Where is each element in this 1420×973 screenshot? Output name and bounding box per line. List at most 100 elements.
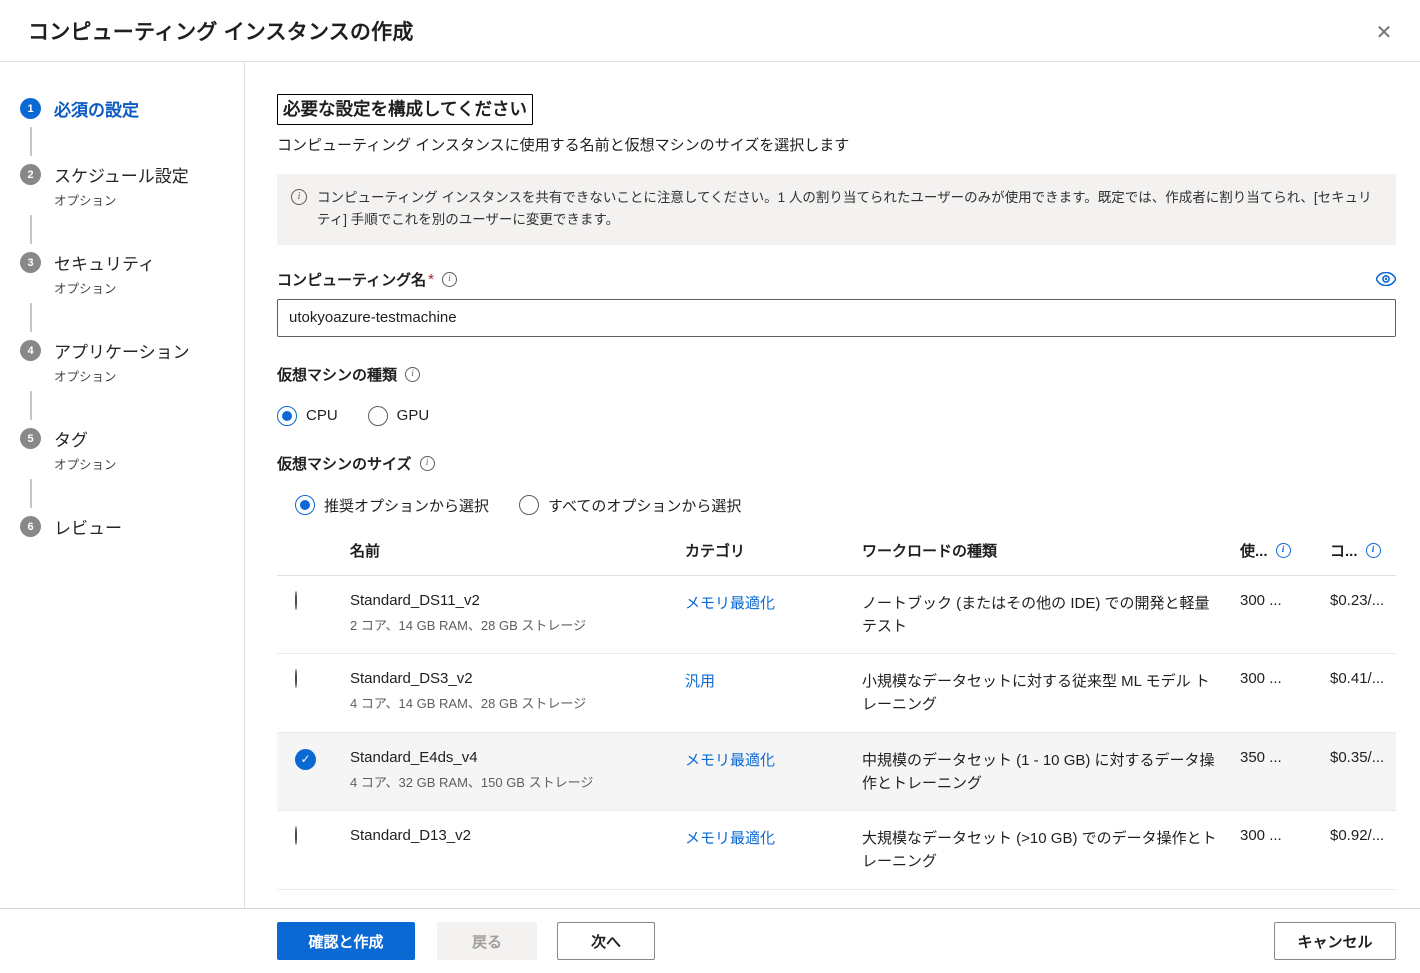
vm-workload: 大規模なデータセット (>10 GB) でのデータ操作とトレーニング (862, 827, 1220, 874)
step-optional-note: オプション (54, 190, 189, 209)
vm-type-radio-group: CPU GPU (277, 406, 1396, 426)
radio-circle (295, 495, 315, 515)
compute-name-input[interactable] (277, 299, 1396, 337)
vm-cost: $0.23/... (1330, 592, 1384, 609)
back-button[interactable]: 戻る (437, 922, 537, 960)
step-schedule[interactable]: 2 スケジュール設定 オプション (20, 162, 244, 209)
column-header-quota-label: 使... (1240, 540, 1268, 561)
dialog-title: コンピューティング インスタンスの作成 (28, 16, 414, 46)
table-row-selected[interactable]: ✓ Standard_E4ds_v4 4 コア、32 GB RAM、150 GB… (277, 733, 1396, 812)
step-optional-note: オプション (54, 366, 190, 385)
step-optional-note: オプション (54, 454, 117, 473)
vm-size-label: 仮想マシンのサイズ (277, 453, 412, 474)
info-icon[interactable]: i (1276, 543, 1291, 558)
vm-type-label: 仮想マシンの種類 (277, 364, 397, 385)
vm-category-link[interactable]: 汎用 (685, 673, 715, 690)
vm-size-radio-group: 推奨オプションから選択 すべてのオプションから選択 (295, 495, 1396, 516)
column-header-quota[interactable]: 使... i (1240, 540, 1330, 561)
vm-spec: 2 コア、14 GB RAM、28 GB ストレージ (350, 615, 675, 634)
vm-quota: 350 ... (1240, 749, 1282, 766)
compute-name-label: コンピューティング名 (277, 269, 426, 290)
step-optional-note: オプション (54, 278, 155, 297)
step-connector (30, 127, 32, 156)
table-row[interactable]: Standard_DS11_v2 2 コア、14 GB RAM、28 GB スト… (277, 576, 1396, 655)
vm-category-link[interactable]: メモリ最適化 (685, 595, 775, 612)
step-label: レビュー (54, 514, 122, 539)
row-radio[interactable] (295, 826, 297, 845)
row-radio[interactable] (295, 591, 297, 610)
radio-label: 推奨オプションから選択 (324, 495, 489, 516)
column-header-workload[interactable]: ワークロードの種類 (862, 540, 1240, 561)
radio-circle (519, 495, 539, 515)
radio-all-options[interactable]: すべてのオプションから選択 (519, 495, 741, 516)
vm-category-link[interactable]: メモリ最適化 (685, 752, 775, 769)
dialog-footer: 確認と作成 戻る 次へ キャンセル (0, 908, 1420, 973)
table-row[interactable]: Standard_D13_v2 メモリ最適化 大規模なデータセット (>10 G… (277, 811, 1396, 890)
step-applications[interactable]: 4 アプリケーション オプション (20, 338, 244, 385)
create-compute-instance-dialog: コンピューティング インスタンスの作成 ✕ 1 必須の設定 2 スケジュール設定… (0, 0, 1420, 973)
next-button[interactable]: 次へ (557, 922, 655, 960)
table-row[interactable]: Standard_DS3_v2 4 コア、14 GB RAM、28 GB ストレ… (277, 654, 1396, 733)
step-label: スケジュール設定 (54, 162, 189, 187)
vm-spec: 4 コア、32 GB RAM、150 GB ストレージ (350, 772, 675, 791)
vm-name: Standard_DS11_v2 (350, 592, 675, 609)
radio-cpu[interactable]: CPU (277, 406, 338, 426)
required-asterisk: * (428, 271, 434, 288)
step-number-badge: 1 (20, 98, 41, 119)
cancel-button[interactable]: キャンセル (1274, 922, 1396, 960)
step-review[interactable]: 6 レビュー (20, 514, 244, 539)
table-header-row: 名前 カテゴリ ワークロードの種類 使... i コ... i (277, 540, 1396, 576)
radio-gpu[interactable]: GPU (368, 406, 430, 426)
vm-category-link[interactable]: メモリ最適化 (685, 830, 775, 847)
vm-quota: 300 ... (1240, 670, 1282, 687)
vm-name: Standard_DS3_v2 (350, 670, 675, 687)
vm-name: Standard_E4ds_v4 (350, 749, 675, 766)
column-header-cost[interactable]: コ... i (1330, 540, 1396, 561)
vm-quota: 300 ... (1240, 592, 1282, 609)
page-title: 必要な設定を構成してください (277, 94, 533, 125)
step-number-badge: 3 (20, 252, 41, 273)
info-icon[interactable]: i (405, 367, 420, 382)
info-icon: i (291, 189, 307, 205)
radio-recommended-options[interactable]: 推奨オプションから選択 (295, 495, 489, 516)
close-icon[interactable]: ✕ (1370, 18, 1398, 46)
vm-quota: 300 ... (1240, 827, 1282, 844)
radio-label: GPU (397, 407, 430, 424)
column-header-name[interactable]: 名前 (350, 540, 685, 561)
column-header-cost-label: コ... (1330, 540, 1358, 561)
radio-label: すべてのオプションから選択 (548, 495, 741, 516)
row-radio[interactable] (295, 669, 297, 688)
info-icon[interactable]: i (442, 272, 457, 287)
dialog-header: コンピューティング インスタンスの作成 ✕ (0, 0, 1420, 62)
info-icon[interactable]: i (1366, 543, 1381, 558)
vm-workload: ノートブック (またはその他の IDE) での開発と軽量テスト (862, 592, 1220, 639)
info-banner: i コンピューティング インスタンスを共有できないことに注意してください。1 人… (277, 174, 1396, 245)
step-number-badge: 2 (20, 164, 41, 185)
review-and-create-button[interactable]: 確認と作成 (277, 922, 415, 960)
step-required-settings[interactable]: 1 必須の設定 (20, 96, 244, 121)
page-subtitle: コンピューティング インスタンスに使用する名前と仮想マシンのサイズを選択します (277, 134, 1396, 155)
step-connector (30, 303, 32, 332)
step-label: タグ (54, 426, 117, 451)
step-tags[interactable]: 5 タグ オプション (20, 426, 244, 473)
vm-cost: $0.35/... (1330, 749, 1384, 766)
vm-name: Standard_D13_v2 (350, 827, 675, 844)
radio-label: CPU (306, 407, 338, 424)
vm-workload: 小規模なデータセットに対する従来型 ML モデル トレーニング (862, 670, 1220, 717)
info-banner-text: コンピューティング インスタンスを共有できないことに注意してください。1 人の割… (317, 187, 1380, 232)
radio-circle (277, 406, 297, 426)
eye-icon[interactable] (1376, 272, 1396, 286)
main-panel: 必要な設定を構成してください コンピューティング インスタンスに使用する名前と仮… (246, 62, 1420, 908)
selected-check-icon[interactable]: ✓ (295, 749, 316, 770)
step-security[interactable]: 3 セキュリティ オプション (20, 250, 244, 297)
column-header-category[interactable]: カテゴリ (685, 540, 862, 561)
step-number-badge: 4 (20, 340, 41, 361)
vm-cost: $0.92/... (1330, 827, 1384, 844)
step-label: アプリケーション (54, 338, 190, 363)
info-icon[interactable]: i (420, 456, 435, 471)
step-label: 必須の設定 (54, 96, 139, 121)
vm-type-label-row: 仮想マシンの種類 i (277, 364, 1396, 385)
wizard-stepper: 1 必須の設定 2 スケジュール設定 オプション 3 セキュリティ オプション … (0, 62, 245, 908)
vm-size-label-row: 仮想マシンのサイズ i (277, 453, 1396, 474)
radio-circle (368, 406, 388, 426)
